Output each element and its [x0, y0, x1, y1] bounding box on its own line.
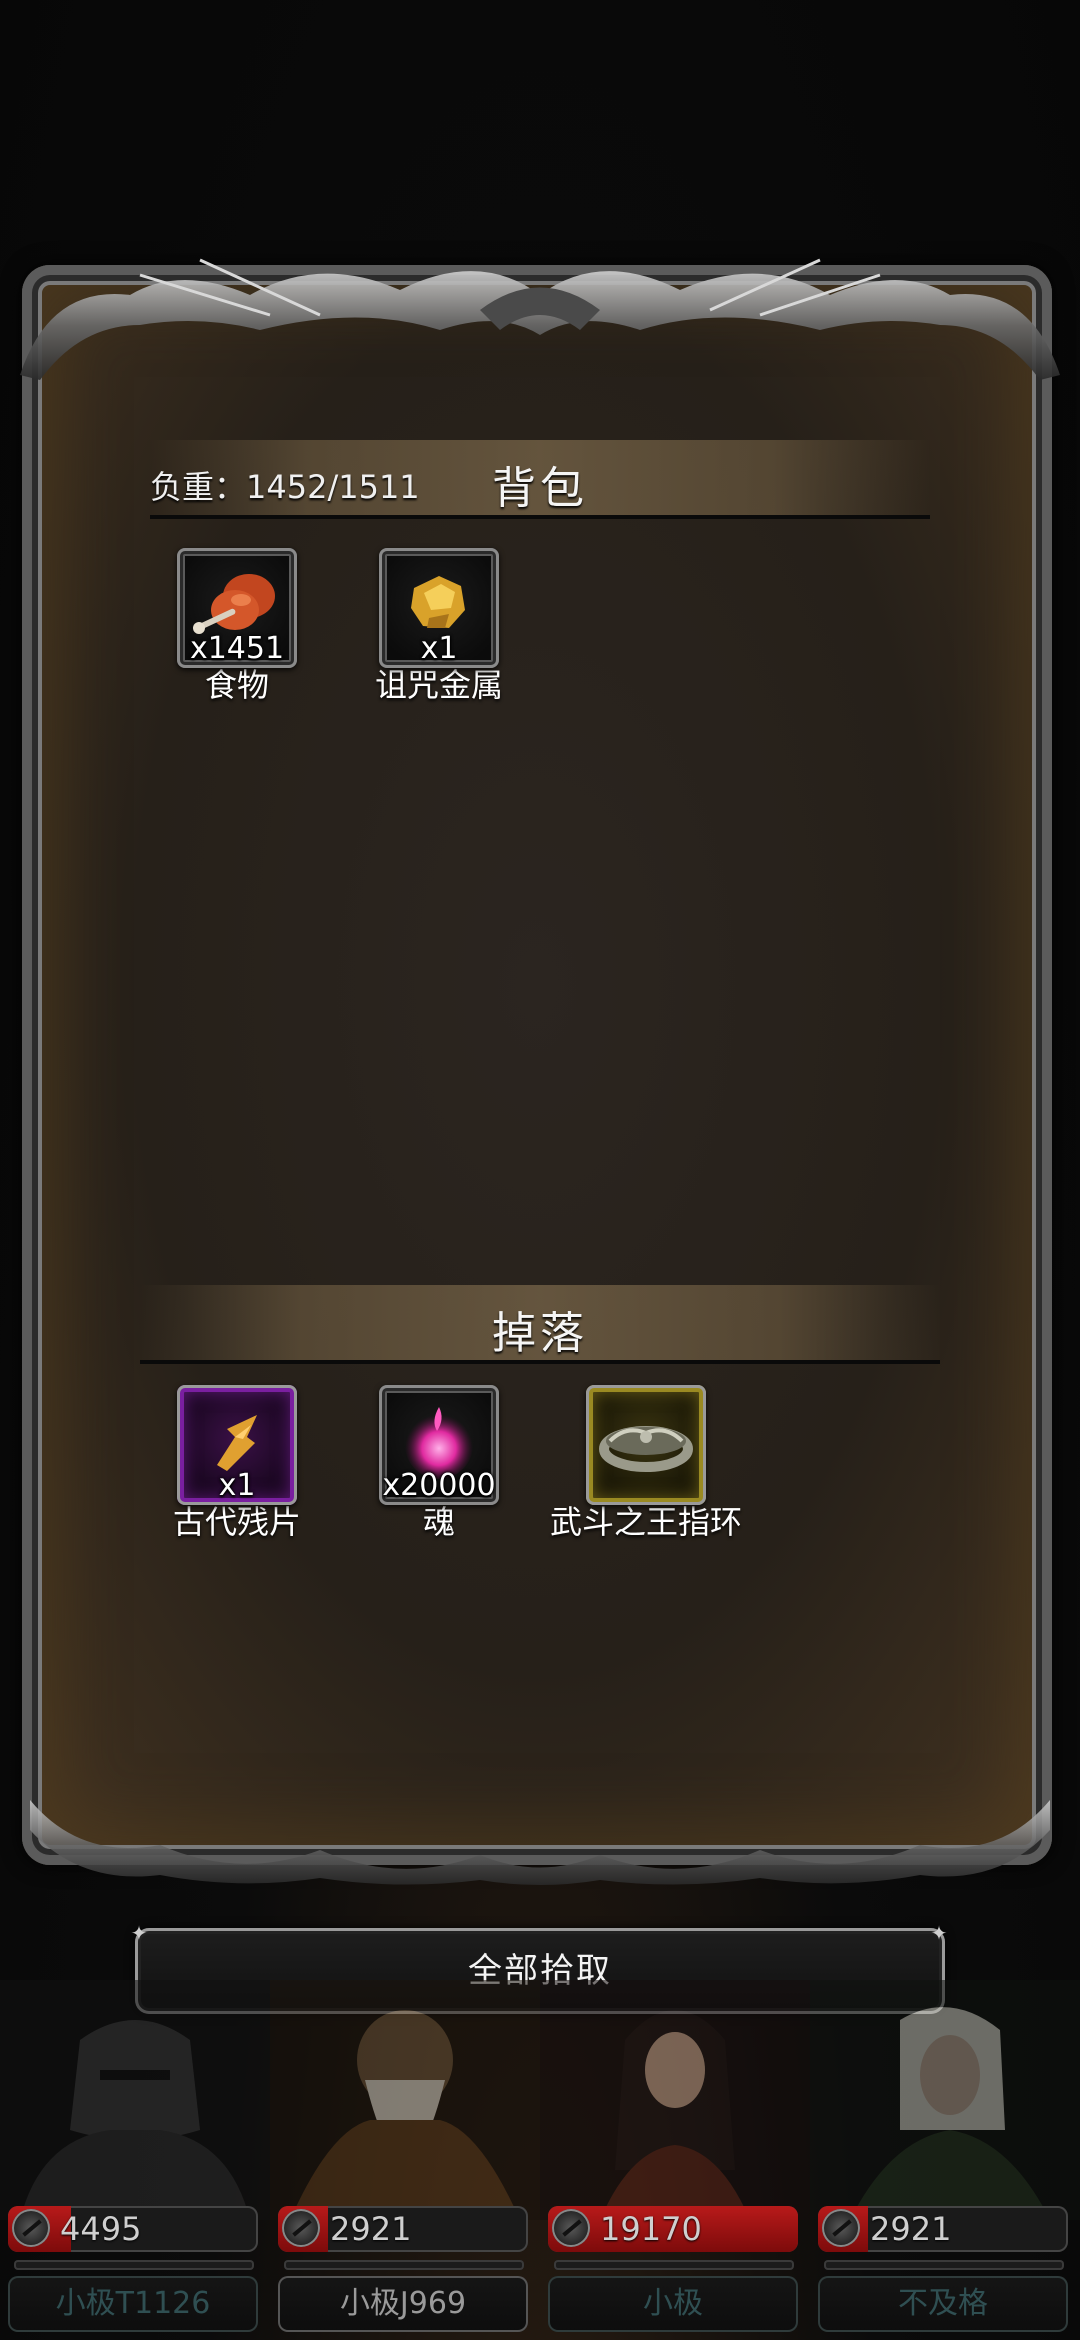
hero-secondary-bar — [554, 2260, 794, 2270]
item-slot — [586, 1385, 706, 1505]
hero-hp-value: 19170 — [600, 2210, 702, 2248]
item-slot: x1451 — [177, 548, 297, 668]
hero-name: 不及格 — [818, 2276, 1068, 2332]
elf-archer-portrait — [810, 1980, 1080, 2220]
hero-card[interactable]: 2921 小极J969 — [270, 1980, 540, 2340]
hero-hp-bar: 2921 — [278, 2206, 528, 2252]
sword-icon — [552, 2209, 590, 2247]
hero-hp-bar: 19170 — [548, 2206, 798, 2252]
hero-secondary-bar — [14, 2260, 254, 2270]
sword-icon — [282, 2209, 320, 2247]
backpack-item-cursed-metal[interactable]: x1 诅咒金属 — [364, 548, 514, 708]
hero-secondary-bar — [824, 2260, 1064, 2270]
hero-hp-bar: 2921 — [818, 2206, 1068, 2252]
button-corner-ornament: ✦ — [930, 1921, 950, 1945]
hero-hp-value: 4495 — [60, 2210, 142, 2248]
drops-header: 掉落 — [140, 1285, 940, 1364]
hero-card[interactable]: 4495 小极T1126 — [0, 1980, 270, 2340]
item-quantity: x20000 — [382, 1468, 496, 1503]
backpack-header: 负重：1452/1511 背包 — [150, 440, 930, 519]
drop-item-ancient-fragment[interactable]: x1 古代残片 — [162, 1385, 312, 1545]
game-screen: 负重：1452/1511 背包 x1451 食物 x1 诅咒金属 掉落 x1 古… — [0, 0, 1080, 2340]
hero-name: 小极J969 — [278, 2276, 528, 2332]
bearded-wizard-portrait — [270, 1980, 540, 2220]
ornate-frame-top — [20, 258, 1060, 380]
hero-name: 小极 — [548, 2276, 798, 2332]
hero-secondary-bar — [284, 2260, 524, 2270]
backpack-title: 背包 — [492, 463, 588, 514]
drop-item-soul[interactable]: x20000 魂 — [364, 1385, 514, 1545]
item-name: 武斗之王指环 — [549, 1503, 742, 1541]
item-quantity: x1 — [420, 631, 458, 666]
item-quantity: x1451 — [189, 631, 285, 666]
item-quantity: x1 — [218, 1468, 256, 1503]
hero-hp-value: 2921 — [330, 2210, 412, 2248]
item-name: 古代残片 — [172, 1503, 301, 1541]
sword-icon — [822, 2209, 860, 2247]
item-name: 魂 — [422, 1503, 455, 1541]
armored-knight-portrait — [0, 1980, 270, 2220]
drops-title: 掉落 — [492, 1308, 588, 1359]
hero-card[interactable]: 2921 不及格 — [810, 1980, 1080, 2340]
ornate-frame-bottom — [30, 1800, 1050, 1885]
hero-card[interactable]: 19170 小极 — [540, 1980, 810, 2340]
hero-hp-value: 2921 — [870, 2210, 952, 2248]
item-slot: x1 — [177, 1385, 297, 1505]
drop-item-martial-king-ring[interactable]: 武斗之王指环 — [550, 1385, 742, 1545]
sword-icon — [12, 2209, 50, 2247]
ring-icon — [599, 1426, 693, 1472]
backpack-item-food[interactable]: x1451 食物 — [162, 548, 312, 708]
item-name: 诅咒金属 — [374, 666, 503, 704]
item-slot: x1 — [379, 548, 499, 668]
hero-hp-bar: 4495 — [8, 2206, 258, 2252]
button-corner-ornament: ✦ — [130, 1921, 150, 1945]
party-bar: 4495 小极T1126 2921 小极J969 19170 小极 2921 不… — [0, 1980, 1080, 2340]
item-name: 食物 — [204, 666, 269, 704]
dark-haired-woman-portrait — [540, 1980, 810, 2220]
hero-name: 小极T1126 — [8, 2276, 258, 2332]
item-slot: x20000 — [379, 1385, 499, 1505]
